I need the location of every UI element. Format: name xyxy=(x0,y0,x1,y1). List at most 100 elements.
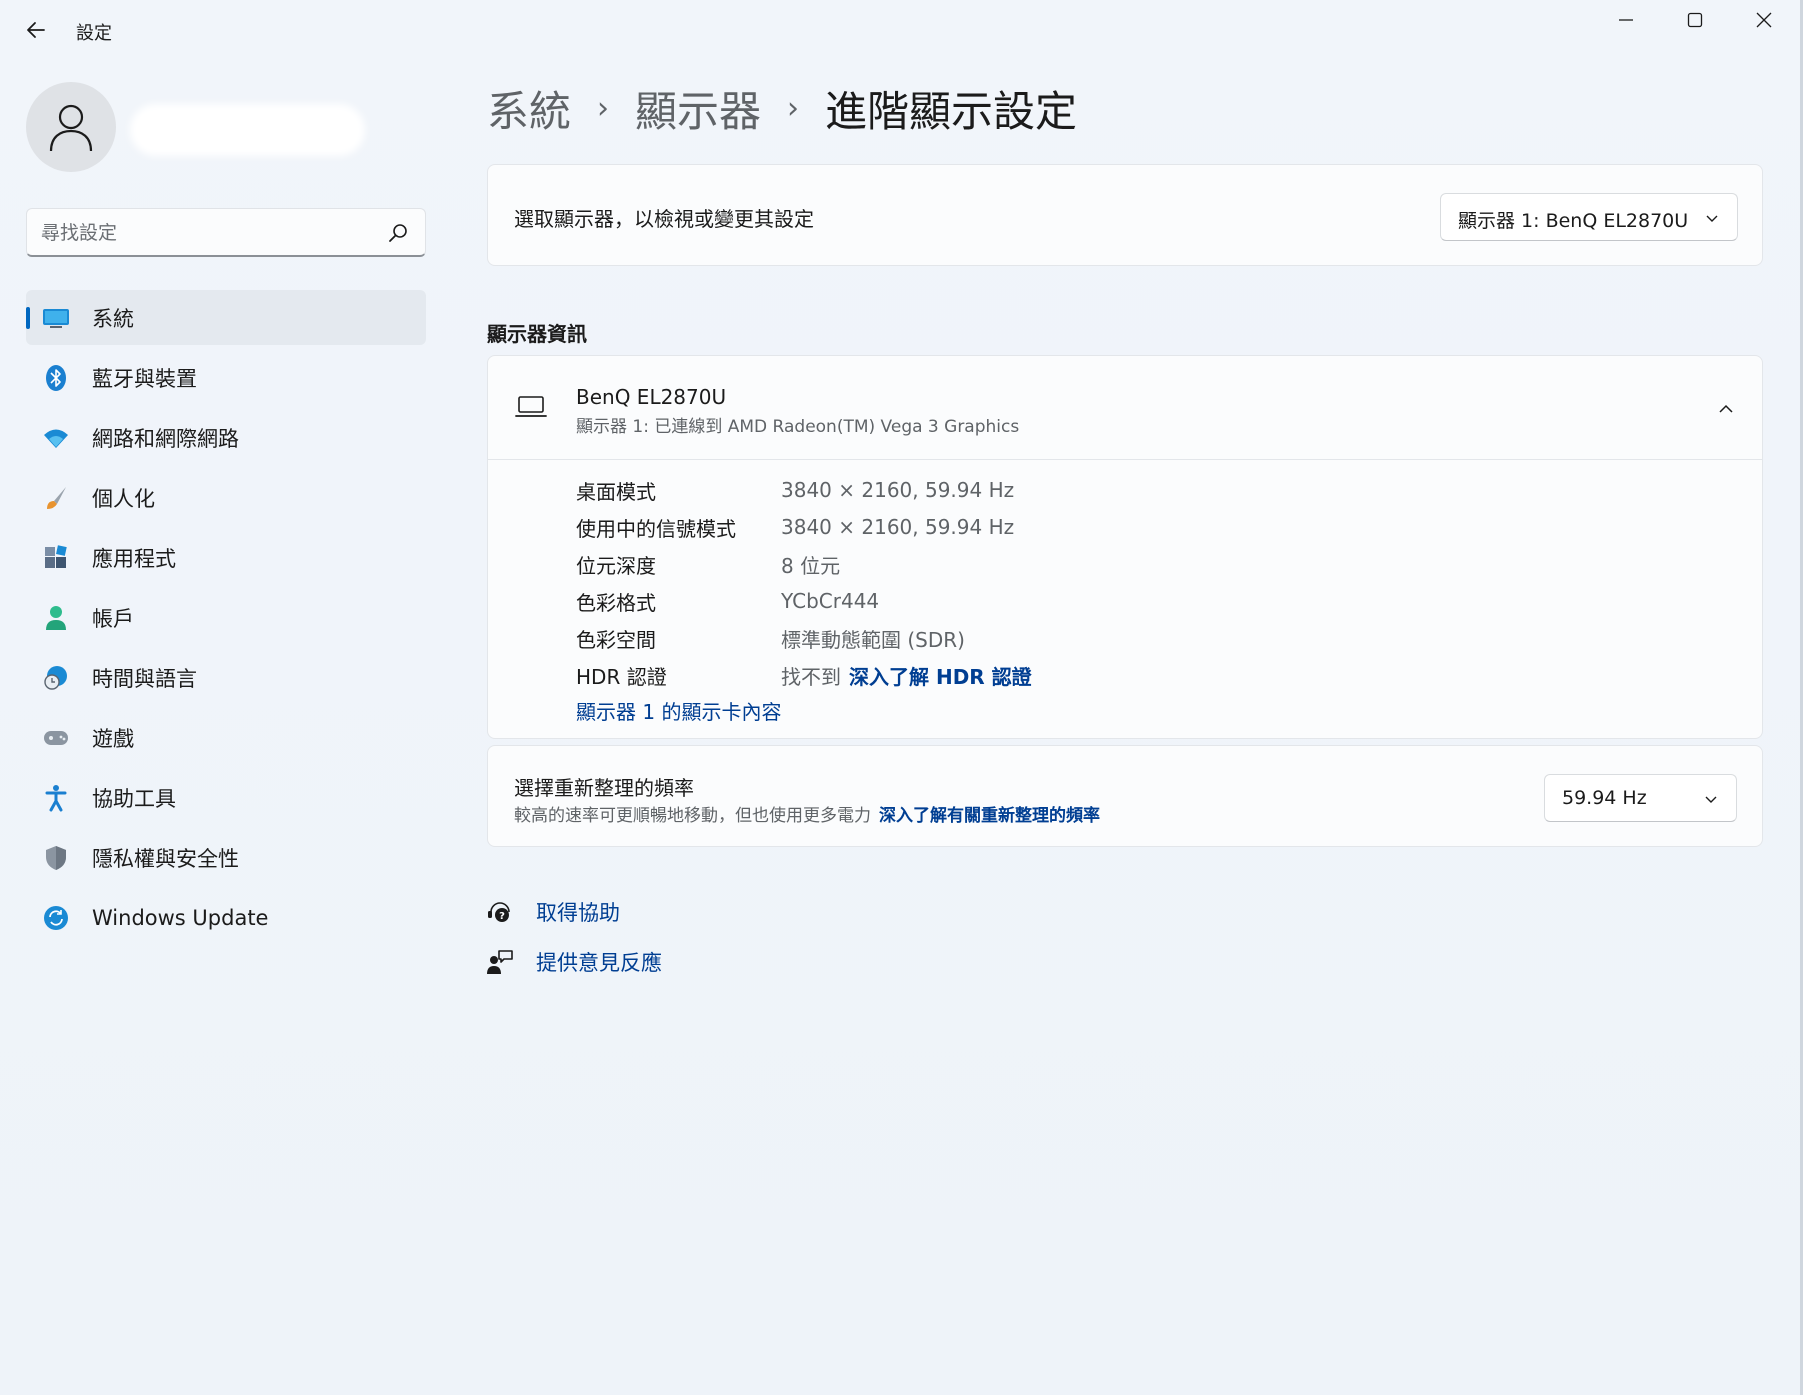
accessibility-icon xyxy=(42,784,70,812)
spec-row-desktop-mode: 桌面模式 3840 × 2160, 59.94 Hz xyxy=(576,475,1014,505)
refresh-rate-subtitle: 較高的速率可更順暢地移動，但也使用更多電力 xyxy=(514,806,871,826)
sidebar-item-accounts[interactable]: 帳戶 xyxy=(26,590,426,645)
spec-value: 8 位元 xyxy=(781,553,841,578)
refresh-rate-title: 選擇重新整理的頻率 xyxy=(514,776,694,800)
sidebar-item-privacy[interactable]: 隱私權與安全性 xyxy=(26,830,426,885)
spec-value: 找不到 xyxy=(781,664,841,689)
sidebar-item-label: 藍牙與裝置 xyxy=(92,366,197,391)
search-input[interactable] xyxy=(41,219,371,247)
monitor-connection: 顯示器 1: 已連線到 AMD Radeon(TM) Vega 3 Graphi… xyxy=(576,417,1020,437)
spec-row-hdr-certification: HDR 認證 找不到 深入了解 HDR 認證 xyxy=(576,660,1032,690)
spec-row-signal-mode: 使用中的信號模式 3840 × 2160, 59.94 Hz xyxy=(576,512,1014,542)
refresh-rate-dropdown[interactable]: 59.94 Hz xyxy=(1544,774,1737,822)
minimize-button[interactable] xyxy=(1592,2,1660,38)
sidebar-item-network[interactable]: 網路和網際網路 xyxy=(26,410,426,465)
sidebar-item-label: Windows Update xyxy=(92,905,269,930)
maximize-icon xyxy=(1687,12,1703,28)
sidebar-item-time-language[interactable]: 時間與語言 xyxy=(26,650,426,705)
gamepad-icon xyxy=(42,724,70,752)
refresh-rate-description: 較高的速率可更順暢地移動，但也使用更多電力 深入了解有關重新整理的頻率 xyxy=(514,801,1100,826)
spec-row-bit-depth: 位元深度 8 位元 xyxy=(576,549,840,579)
sidebar-nav: 系統 藍牙與裝置 網路和網際網路 個人化 應用程式 帳戶 時間與語言 遊戲 協助… xyxy=(26,290,426,950)
globe-clock-icon xyxy=(42,664,70,692)
spec-value: 標準動態範圍 (SDR) xyxy=(781,627,965,652)
get-help-link[interactable]: ? 取得協助 xyxy=(486,894,620,930)
feedback-icon xyxy=(487,950,513,974)
display-info-header[interactable]: BenQ EL2870U 顯示器 1: 已連線到 AMD Radeon(TM) … xyxy=(488,356,1762,460)
hdr-learn-more-link[interactable]: 深入了解 HDR 認證 xyxy=(849,661,1032,690)
select-display-card: 選取顯示器，以檢視或變更其設定 顯示器 1: BenQ EL2870U xyxy=(487,164,1763,266)
display-select-value: 顯示器 1: BenQ EL2870U xyxy=(1458,210,1689,232)
settings-window: 設定 系統 xyxy=(0,0,1803,1395)
apps-icon xyxy=(42,544,70,572)
refresh-rate-value: 59.94 Hz xyxy=(1562,787,1647,809)
adapter-properties-link[interactable]: 顯示器 1 的顯示卡內容 xyxy=(576,696,781,725)
sidebar-item-personalization[interactable]: 個人化 xyxy=(26,470,426,525)
close-icon xyxy=(1756,12,1772,28)
sidebar-item-gaming[interactable]: 遊戲 xyxy=(26,710,426,765)
laptop-icon xyxy=(515,396,547,417)
maximize-button[interactable] xyxy=(1661,2,1729,38)
bluetooth-icon xyxy=(42,364,70,392)
spec-row-color-format: 色彩格式 YCbCr444 xyxy=(576,586,879,616)
select-display-label: 選取顯示器，以檢視或變更其設定 xyxy=(514,207,814,231)
give-feedback-link[interactable]: 提供意見反應 xyxy=(486,944,662,980)
refresh-rate-learn-more-link[interactable]: 深入了解有關重新整理的頻率 xyxy=(879,806,1100,826)
redacted-user-name xyxy=(130,104,365,156)
spec-label: 位元深度 xyxy=(576,553,656,578)
breadcrumb-system[interactable]: 系統 xyxy=(487,78,571,139)
sidebar-item-label: 帳戶 xyxy=(92,606,134,631)
spec-value: 3840 × 2160, 59.94 Hz xyxy=(781,515,1015,539)
sidebar-item-accessibility[interactable]: 協助工具 xyxy=(26,770,426,825)
sidebar-item-label: 應用程式 xyxy=(92,546,176,571)
search-box[interactable] xyxy=(26,208,426,257)
sidebar-item-label: 時間與語言 xyxy=(92,666,197,691)
close-button[interactable] xyxy=(1730,2,1798,38)
user-icon xyxy=(49,104,93,152)
breadcrumb-display[interactable]: 顯示器 xyxy=(635,78,761,139)
avatar[interactable] xyxy=(26,82,116,172)
sidebar-item-label: 協助工具 xyxy=(92,786,176,811)
monitor-name: BenQ EL2870U xyxy=(576,385,727,409)
get-help-label: 取得協助 xyxy=(536,901,620,925)
sidebar-item-label: 個人化 xyxy=(92,486,155,511)
svg-text:?: ? xyxy=(499,911,505,922)
sidebar-item-label: 網路和網際網路 xyxy=(92,426,239,451)
title-bar: 設定 xyxy=(0,0,1800,60)
spec-label: HDR 認證 xyxy=(576,664,667,689)
chevron-right-icon: › xyxy=(787,90,800,126)
spec-label: 使用中的信號模式 xyxy=(576,516,736,541)
spec-label: 色彩格式 xyxy=(576,590,656,615)
sidebar-item-label: 遊戲 xyxy=(92,726,134,751)
person-icon xyxy=(42,604,70,632)
sidebar-item-apps[interactable]: 應用程式 xyxy=(26,530,426,585)
sidebar-item-windows-update[interactable]: Windows Update xyxy=(26,890,426,945)
sidebar-item-label: 系統 xyxy=(92,306,134,331)
sidebar-item-bluetooth[interactable]: 藍牙與裝置 xyxy=(26,350,426,405)
sidebar-item-label: 隱私權與安全性 xyxy=(92,846,239,871)
breadcrumb: 系統 › 顯示器 › 進階顯示設定 xyxy=(487,78,1077,138)
monitor-icon xyxy=(42,304,70,332)
chevron-down-icon xyxy=(1706,215,1718,222)
give-feedback-label: 提供意見反應 xyxy=(536,951,662,975)
window-title: 設定 xyxy=(76,23,112,44)
spec-label: 色彩空間 xyxy=(576,627,656,652)
sidebar-item-system[interactable]: 系統 xyxy=(26,290,426,345)
page-title: 進階顯示設定 xyxy=(825,86,1078,136)
spec-value: 3840 × 2160, 59.94 Hz xyxy=(781,478,1015,502)
chevron-up-icon[interactable] xyxy=(1716,399,1736,419)
display-info-card: BenQ EL2870U 顯示器 1: 已連線到 AMD Radeon(TM) … xyxy=(487,355,1763,739)
minimize-icon xyxy=(1619,19,1633,21)
back-arrow-icon xyxy=(27,22,45,38)
brush-icon xyxy=(42,484,70,512)
display-info-heading: 顯示器資訊 xyxy=(487,322,587,346)
back-button[interactable] xyxy=(18,14,54,46)
display-select-dropdown[interactable]: 顯示器 1: BenQ EL2870U xyxy=(1440,193,1738,241)
shield-icon xyxy=(42,844,70,872)
wifi-icon xyxy=(42,424,70,452)
update-icon xyxy=(42,904,70,932)
refresh-rate-card: 選擇重新整理的頻率 較高的速率可更順暢地移動，但也使用更多電力 深入了解有關重新整… xyxy=(487,745,1763,847)
help-icon: ? xyxy=(488,902,510,922)
search-icon[interactable] xyxy=(387,222,409,244)
spec-row-color-space: 色彩空間 標準動態範圍 (SDR) xyxy=(576,623,965,653)
